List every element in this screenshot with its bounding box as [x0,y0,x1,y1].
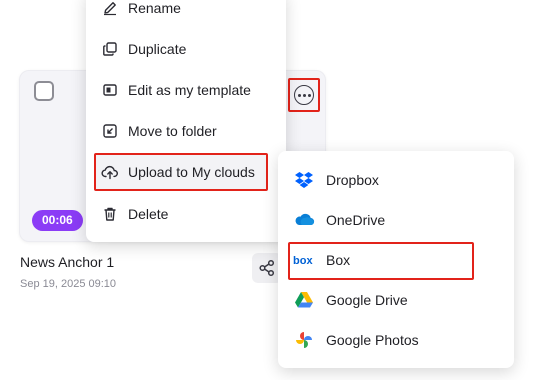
submenu-item-label: Box [326,252,351,268]
menu-item-label: Move to folder [128,123,217,139]
pencil-icon [100,0,120,18]
submenu-item-onedrive[interactable]: OneDrive [278,205,514,235]
menu-item-edit-template[interactable]: Edit as my template [86,75,286,105]
submenu-item-google-drive[interactable]: Google Drive [278,285,514,315]
submenu-item-label: Dropbox [326,172,379,188]
submenu-item-label: OneDrive [326,212,386,228]
menu-item-duplicate[interactable]: Duplicate [86,34,286,64]
more-dots-icon [297,93,301,97]
svg-text:box: box [293,255,313,266]
box-icon: box [293,249,315,271]
menu-item-label: Upload to My clouds [128,164,255,180]
menu-item-move-folder[interactable]: Move to folder [86,116,286,146]
menu-item-label: Edit as my template [128,82,251,98]
more-options-button[interactable] [294,85,314,105]
dropbox-icon [293,169,315,191]
duplicate-icon [100,39,120,59]
menu-item-label: Duplicate [128,41,187,57]
submenu-item-label: Google Photos [326,332,419,348]
submenu-item-box[interactable]: box Box [278,245,472,275]
cloud-upload-icon [100,162,120,182]
project-date: Sep 19, 2025 09:10 [20,278,117,290]
google-drive-icon [293,289,315,311]
duration-badge: 00:06 [32,210,83,231]
project-title[interactable]: News Anchor 1 [20,254,114,270]
share-icon [259,259,275,277]
onedrive-icon [293,209,315,231]
trash-icon [100,204,120,224]
select-checkbox[interactable] [34,81,54,101]
move-folder-icon [100,121,120,141]
menu-item-upload-clouds[interactable]: Upload to My clouds [86,157,268,187]
submenu-item-label: Google Drive [326,292,408,308]
submenu-item-google-photos[interactable]: Google Photos [278,325,514,355]
menu-item-label: Delete [128,206,169,222]
more-options-highlight [288,78,320,112]
menu-item-rename[interactable]: Rename [86,0,286,23]
menu-item-label: Rename [128,0,181,16]
menu-item-delete[interactable]: Delete [86,199,286,229]
template-icon [100,80,120,100]
submenu-item-dropbox[interactable]: Dropbox [278,165,514,195]
project-grid: 00:06 News Anchor 1 Sep 19, 2025 09:10 R… [0,0,541,380]
google-photos-icon [293,329,315,351]
